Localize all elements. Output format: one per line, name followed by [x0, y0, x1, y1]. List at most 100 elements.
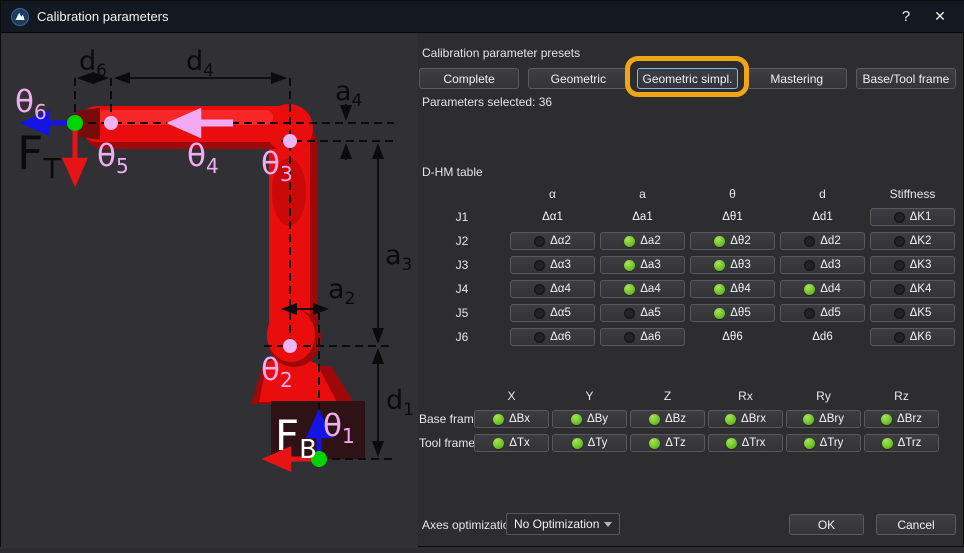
led-off-icon: [534, 260, 545, 271]
dhm-param-2[interactable]: Δα2: [510, 232, 595, 250]
dhm-param-4[interactable]: Δα4: [510, 280, 595, 298]
led-off-icon: [894, 260, 905, 271]
robot-dh-diagram: d6 d4 a4 a3 a2 d1 θ6 θ5 θ4 θ3 θ2 θ1 FT F…: [1, 32, 418, 548]
led-on-icon: [714, 236, 725, 247]
frame-param-ty[interactable]: ΔTy: [552, 434, 627, 452]
param-label: Δa6: [640, 331, 660, 343]
led-off-icon: [804, 308, 815, 319]
dhm-param-k6[interactable]: ΔK6: [870, 328, 955, 346]
titlebar: Calibration parameters ? ✕: [1, 1, 964, 33]
led-on-icon: [725, 414, 736, 425]
param-label: Δα5: [550, 307, 571, 319]
dhm-row-label-j4: J4: [419, 282, 505, 296]
led-on-icon: [714, 284, 725, 295]
dhm-param-a1: Δa1: [600, 211, 685, 223]
frame-param-tz[interactable]: ΔTz: [630, 434, 705, 452]
help-button[interactable]: ?: [889, 1, 923, 32]
param-label: Δα6: [550, 331, 571, 343]
param-label: Δd2: [820, 235, 840, 247]
calibration-settings-panel: Calibration parameter presets CompleteGe…: [419, 1, 956, 548]
frame-param-bry[interactable]: ΔBry: [786, 410, 861, 428]
param-label: Δd5: [820, 307, 840, 319]
dhm-param-d3[interactable]: Δd3: [780, 256, 865, 274]
axes-optimization-dropdown[interactable]: No Optimization: [506, 513, 620, 535]
dhm-param-d1: Δd1: [780, 211, 865, 223]
preset-geometric-simpl[interactable]: Geometric simpl.: [637, 68, 737, 89]
dhm-param-3[interactable]: Δθ3: [690, 256, 775, 274]
dhm-param-k1[interactable]: ΔK1: [870, 208, 955, 226]
param-label: Δa3: [640, 259, 660, 271]
frames-column-header-rx: Rx: [708, 389, 783, 404]
frame-param-tx[interactable]: ΔTx: [474, 434, 549, 452]
led-off-icon: [534, 308, 545, 319]
dhm-row-label-j3: J3: [419, 258, 505, 272]
window-title: Calibration parameters: [37, 9, 169, 24]
dhm-param-4[interactable]: Δθ4: [690, 280, 775, 298]
dhm-param-d4[interactable]: Δd4: [780, 280, 865, 298]
led-off-icon: [894, 308, 905, 319]
dhm-param-a2[interactable]: Δa2: [600, 232, 685, 250]
joint3-dot: [283, 134, 297, 148]
dhm-row-label-j2: J2: [419, 234, 505, 248]
dim-a4-label: a4: [335, 76, 362, 111]
dim-d1-label: d1: [386, 385, 414, 420]
param-label: Δa5: [640, 307, 660, 319]
joint6-label: θ6: [15, 84, 47, 124]
dhm-param-5[interactable]: Δθ5: [690, 304, 775, 322]
tool-origin-dot: [67, 115, 83, 131]
led-off-icon: [804, 236, 815, 247]
frame-param-bz[interactable]: ΔBz: [630, 410, 705, 428]
frame-param-brx[interactable]: ΔBrx: [708, 410, 783, 428]
dhm-param-k3[interactable]: ΔK3: [870, 256, 955, 274]
frame-param-by[interactable]: ΔBy: [552, 410, 627, 428]
dhm-grid: αaθdStiffnessJ1Δα1Δa1Δθ1Δd1ΔK1J2Δα2Δa2Δθ…: [419, 187, 955, 346]
dhm-param-a6[interactable]: Δa6: [600, 328, 685, 346]
param-label: Δθ2: [730, 235, 750, 247]
dhm-param-5[interactable]: Δα5: [510, 304, 595, 322]
dhm-param-2[interactable]: Δθ2: [690, 232, 775, 250]
frame-param-trz[interactable]: ΔTrz: [864, 434, 939, 452]
dhm-column-header-d: d: [780, 187, 865, 202]
dhm-param-d2[interactable]: Δd2: [780, 232, 865, 250]
frame-param-try[interactable]: ΔTry: [786, 434, 861, 452]
preset-complete[interactable]: Complete: [419, 68, 519, 89]
param-label: ΔTrz: [898, 437, 922, 449]
dhm-param-k4[interactable]: ΔK4: [870, 280, 955, 298]
dhm-param-3[interactable]: Δα3: [510, 256, 595, 274]
led-on-icon: [714, 308, 725, 319]
frames-column-header-y: Y: [552, 389, 627, 404]
dhm-param-k5[interactable]: ΔK5: [870, 304, 955, 322]
dhm-param-6[interactable]: Δα6: [510, 328, 595, 346]
led-on-icon: [804, 438, 815, 449]
preset-base-tool-frame[interactable]: Base/Tool frame: [856, 68, 956, 89]
dhm-param-d6: Δd6: [780, 331, 865, 343]
frame-param-bx[interactable]: ΔBx: [474, 410, 549, 428]
app-logo-icon: [11, 8, 29, 26]
close-button[interactable]: ✕: [923, 1, 957, 32]
led-on-icon: [624, 284, 635, 295]
frames-column-header-rz: Rz: [864, 389, 939, 404]
dhm-row-label-j5: J5: [419, 306, 505, 320]
dhm-param-d5[interactable]: Δd5: [780, 304, 865, 322]
dim-a3-label: a3: [385, 240, 412, 275]
ok-button[interactable]: OK: [789, 514, 864, 535]
preset-geometric[interactable]: Geometric: [528, 68, 628, 89]
dhm-param-a4[interactable]: Δa4: [600, 280, 685, 298]
frames-column-header-z: Z: [630, 389, 705, 404]
preset-buttons: Complete Geometric Geometric simpl. Masteri…: [419, 68, 956, 89]
tool-frame-label: FT: [17, 126, 61, 185]
dhm-param-k2[interactable]: ΔK2: [870, 232, 955, 250]
param-label: ΔK6: [910, 331, 932, 343]
param-label: ΔK1: [910, 211, 932, 223]
dhm-param-a3[interactable]: Δa3: [600, 256, 685, 274]
cancel-button[interactable]: Cancel: [876, 514, 956, 535]
chevron-down-icon: [604, 522, 612, 527]
dhm-param-a5[interactable]: Δa5: [600, 304, 685, 322]
param-label: ΔBy: [587, 413, 608, 425]
led-off-icon: [624, 308, 635, 319]
param-label: ΔK4: [910, 283, 932, 295]
preset-mastering[interactable]: Mastering: [747, 68, 847, 89]
frame-param-trx[interactable]: ΔTrx: [708, 434, 783, 452]
frame-param-brz[interactable]: ΔBrz: [864, 410, 939, 428]
param-label: Δθ4: [730, 283, 750, 295]
